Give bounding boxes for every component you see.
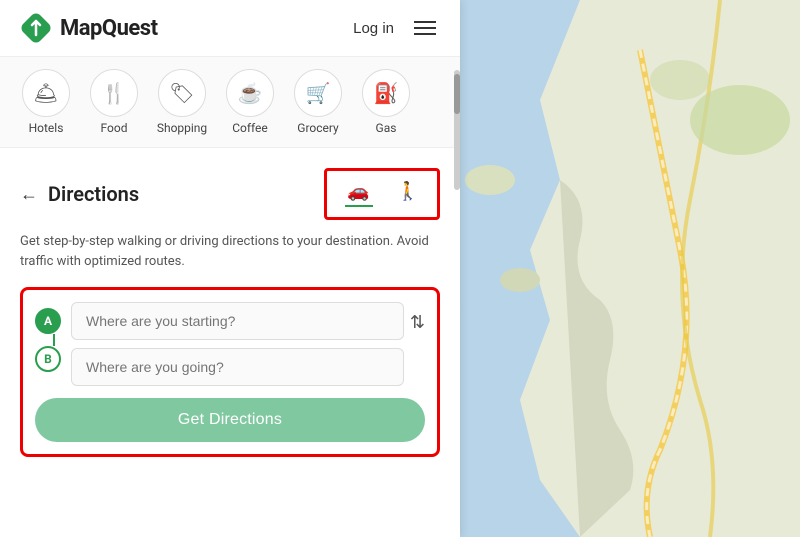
car-icon: 🚗 xyxy=(347,181,369,202)
header: MapQuest Log in xyxy=(0,0,460,57)
walk-icon: 🚶 xyxy=(397,181,419,202)
route-connector xyxy=(53,334,55,346)
hotels-label: Hotels xyxy=(29,121,64,135)
food-label: Food xyxy=(101,121,128,135)
starting-input[interactable] xyxy=(71,302,404,340)
map-area[interactable] xyxy=(460,0,800,537)
logo-text: MapQuest xyxy=(60,16,158,41)
directions-section: ← Directions 🚗 🚶 Get step-by-step walkin… xyxy=(0,148,460,537)
hamburger-line-3 xyxy=(414,33,436,35)
walk-mode-button[interactable]: 🚶 xyxy=(387,177,429,211)
scrollbar[interactable] xyxy=(454,70,460,190)
scrollbar-thumb xyxy=(454,74,460,114)
get-directions-button[interactable]: Get Directions xyxy=(35,398,425,442)
map-svg xyxy=(460,0,800,537)
category-bar: 🛎 Hotels 🍴 Food 🏷 Shopping ☕ Coffee 🛒 Gr… xyxy=(0,57,460,148)
category-coffee[interactable]: ☕ Coffee xyxy=(220,69,280,135)
header-actions: Log in xyxy=(353,17,440,39)
coffee-icon: ☕ xyxy=(226,69,274,117)
gas-icon: ⛽ xyxy=(362,69,410,117)
category-gas[interactable]: ⛽ Gas xyxy=(356,69,416,135)
category-grocery[interactable]: 🛒 Grocery xyxy=(288,69,348,135)
category-hotels[interactable]: 🛎 Hotels xyxy=(16,69,76,135)
hotels-icon: 🛎 xyxy=(22,69,70,117)
shopping-icon: 🏷 xyxy=(158,69,206,117)
left-panel: MapQuest Log in 🛎 Hotels 🍴 Food 🏷 Shoppi… xyxy=(0,0,460,537)
food-icon: 🍴 xyxy=(90,69,138,117)
category-food[interactable]: 🍴 Food xyxy=(84,69,144,135)
login-button[interactable]: Log in xyxy=(353,20,394,37)
directions-form: A B ⇅ Get Directions xyxy=(20,287,440,457)
waypoint-b-marker: B xyxy=(35,346,61,372)
logo-area: MapQuest xyxy=(20,12,353,44)
going-input[interactable] xyxy=(71,348,404,386)
directions-title-row: ← Directions xyxy=(20,182,139,206)
hamburger-line-2 xyxy=(414,27,436,29)
gas-label: Gas xyxy=(376,121,397,135)
swap-button[interactable]: ⇅ xyxy=(410,312,425,333)
hamburger-line-1 xyxy=(414,21,436,23)
mapquest-logo-icon xyxy=(20,12,52,44)
mode-buttons-wrapper: 🚗 🚶 xyxy=(324,168,440,220)
menu-button[interactable] xyxy=(410,17,440,39)
grocery-icon: 🛒 xyxy=(294,69,342,117)
category-shopping[interactable]: 🏷 Shopping xyxy=(152,69,212,135)
shopping-label: Shopping xyxy=(157,121,207,135)
car-mode-button[interactable]: 🚗 xyxy=(335,177,383,211)
grocery-label: Grocery xyxy=(297,121,338,135)
waypoint-a-marker: A xyxy=(35,308,61,334)
back-button[interactable]: ← xyxy=(20,184,38,205)
mode-buttons-container: 🚗 🚶 xyxy=(324,168,440,220)
coffee-label: Coffee xyxy=(232,121,268,135)
directions-header: ← Directions 🚗 🚶 xyxy=(20,168,440,220)
car-mode-underline xyxy=(345,205,373,207)
directions-description: Get step-by-step walking or driving dire… xyxy=(20,232,440,271)
directions-title: Directions xyxy=(48,182,139,206)
